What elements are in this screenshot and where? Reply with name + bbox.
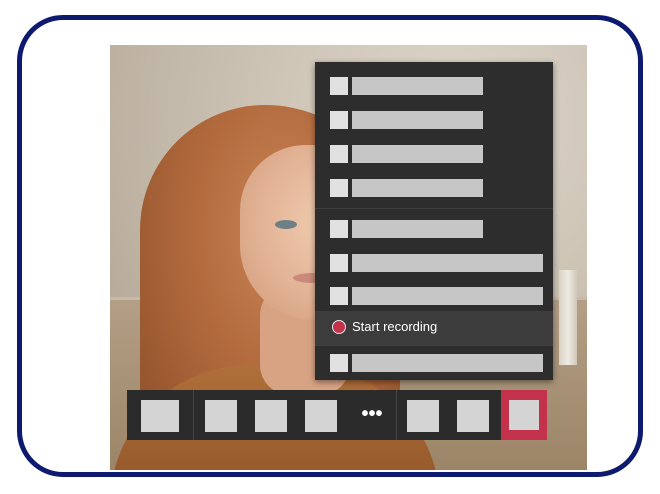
menu-item-icon bbox=[330, 111, 348, 129]
chat-icon[interactable] bbox=[305, 400, 337, 432]
menu-item-icon bbox=[330, 179, 348, 197]
participant-eye-left bbox=[275, 220, 297, 229]
toolbar-separator bbox=[193, 390, 194, 440]
menu-item-label-placeholder bbox=[352, 111, 483, 129]
menu-item-label-placeholder bbox=[352, 254, 543, 272]
menu-item-1[interactable] bbox=[315, 69, 553, 103]
menu-item-label-placeholder bbox=[352, 287, 543, 305]
menu-item-7[interactable] bbox=[315, 279, 553, 313]
menu-item-label-placeholder bbox=[352, 145, 483, 163]
menu-item-2[interactable] bbox=[315, 103, 553, 137]
menu-item-9[interactable] bbox=[315, 346, 553, 380]
menu-item-label-placeholder bbox=[352, 179, 483, 197]
leave-call-button[interactable] bbox=[501, 390, 547, 440]
reaction-icon[interactable] bbox=[407, 400, 439, 432]
menu-item-icon bbox=[330, 77, 348, 95]
menu-item-label-placeholder bbox=[352, 220, 483, 238]
record-icon bbox=[332, 320, 346, 334]
menu-item-label-placeholder bbox=[352, 77, 483, 95]
menu-item-icon bbox=[330, 254, 348, 272]
camera-icon[interactable] bbox=[141, 400, 179, 432]
menu-item-icon bbox=[330, 354, 348, 372]
menu-item-3[interactable] bbox=[315, 137, 553, 171]
background-books bbox=[559, 270, 577, 365]
start-recording-label: Start recording bbox=[352, 319, 438, 334]
menu-item-start-recording[interactable]: Start recording bbox=[315, 311, 553, 345]
menu-item-icon bbox=[330, 145, 348, 163]
menu-item-label-placeholder bbox=[352, 354, 543, 372]
menu-divider bbox=[315, 208, 553, 209]
menu-item-icon bbox=[330, 220, 348, 238]
menu-item-5[interactable] bbox=[315, 212, 553, 246]
raise-hand-icon[interactable] bbox=[457, 400, 489, 432]
more-options-icon[interactable]: ••• bbox=[356, 402, 388, 430]
leave-call-icon bbox=[509, 400, 539, 430]
menu-item-icon bbox=[330, 287, 348, 305]
microphone-icon[interactable] bbox=[205, 400, 237, 432]
share-icon[interactable] bbox=[255, 400, 287, 432]
menu-item-6[interactable] bbox=[315, 246, 553, 280]
menu-item-4[interactable] bbox=[315, 171, 553, 205]
toolbar-separator bbox=[396, 390, 397, 440]
more-actions-menu: Start recording bbox=[315, 62, 553, 380]
